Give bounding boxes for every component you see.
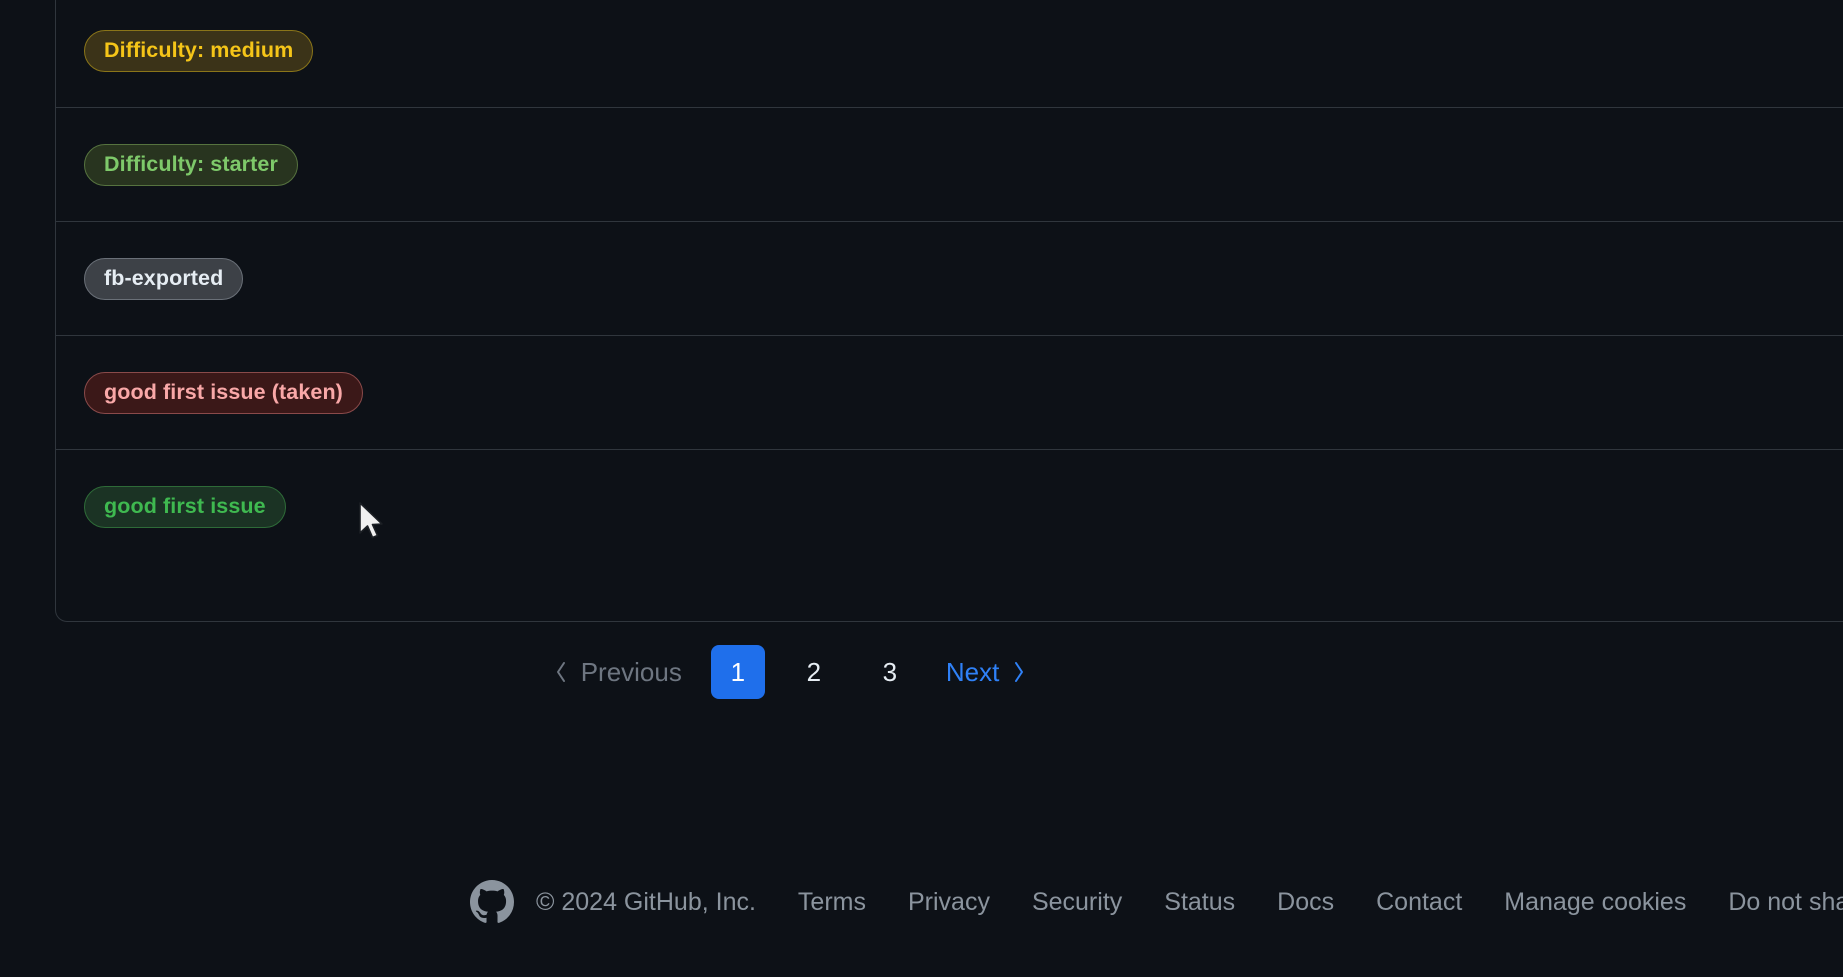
- pagination-next[interactable]: Next: [928, 645, 1045, 699]
- chevron-right-icon: [1011, 659, 1027, 685]
- pagination-next-label: Next: [946, 657, 999, 688]
- footer-link-manage-cookies[interactable]: Manage cookies: [1504, 888, 1686, 917]
- site-footer: © 2024 GitHub, Inc. Terms Privacy Securi…: [0, 880, 1843, 924]
- footer-copyright: © 2024 GitHub, Inc.: [536, 888, 756, 917]
- labels-list: Difficulty: challenging Difficulty: medi…: [55, 0, 1843, 622]
- footer-link-docs[interactable]: Docs: [1277, 888, 1334, 917]
- chevron-left-icon: [553, 659, 569, 685]
- pagination-page-2[interactable]: 2: [787, 645, 841, 699]
- label-badge-difficulty-medium[interactable]: Difficulty: medium: [84, 30, 313, 72]
- label-badge-fb-exported[interactable]: fb-exported: [84, 258, 243, 300]
- label-row[interactable]: Difficulty: starter: [56, 108, 1843, 222]
- pagination-page-3[interactable]: 3: [863, 645, 917, 699]
- footer-link-status[interactable]: Status: [1164, 888, 1235, 917]
- label-row[interactable]: Difficulty: medium: [56, 0, 1843, 108]
- label-badge-good-first-issue[interactable]: good first issue: [84, 486, 286, 528]
- footer-link-security[interactable]: Security: [1032, 888, 1122, 917]
- label-badge-difficulty-starter[interactable]: Difficulty: starter: [84, 144, 298, 186]
- pagination-previous: Previous: [535, 645, 700, 699]
- label-row[interactable]: good first issue: [56, 450, 1843, 564]
- footer-link-terms[interactable]: Terms: [798, 888, 866, 917]
- label-row[interactable]: good first issue (taken): [56, 336, 1843, 450]
- footer-link-do-not-share-my-info[interactable]: Do not share my: [1728, 888, 1843, 917]
- label-row[interactable]: fb-exported: [56, 222, 1843, 336]
- label-badge-good-first-issue-taken[interactable]: good first issue (taken): [84, 372, 363, 414]
- footer-link-privacy[interactable]: Privacy: [908, 888, 990, 917]
- pagination-page-1[interactable]: 1: [711, 645, 765, 699]
- github-mark-icon: [470, 880, 514, 924]
- footer-link-contact[interactable]: Contact: [1376, 888, 1462, 917]
- pagination: Previous 1 2 3 Next: [0, 645, 1580, 699]
- pagination-previous-label: Previous: [581, 657, 682, 688]
